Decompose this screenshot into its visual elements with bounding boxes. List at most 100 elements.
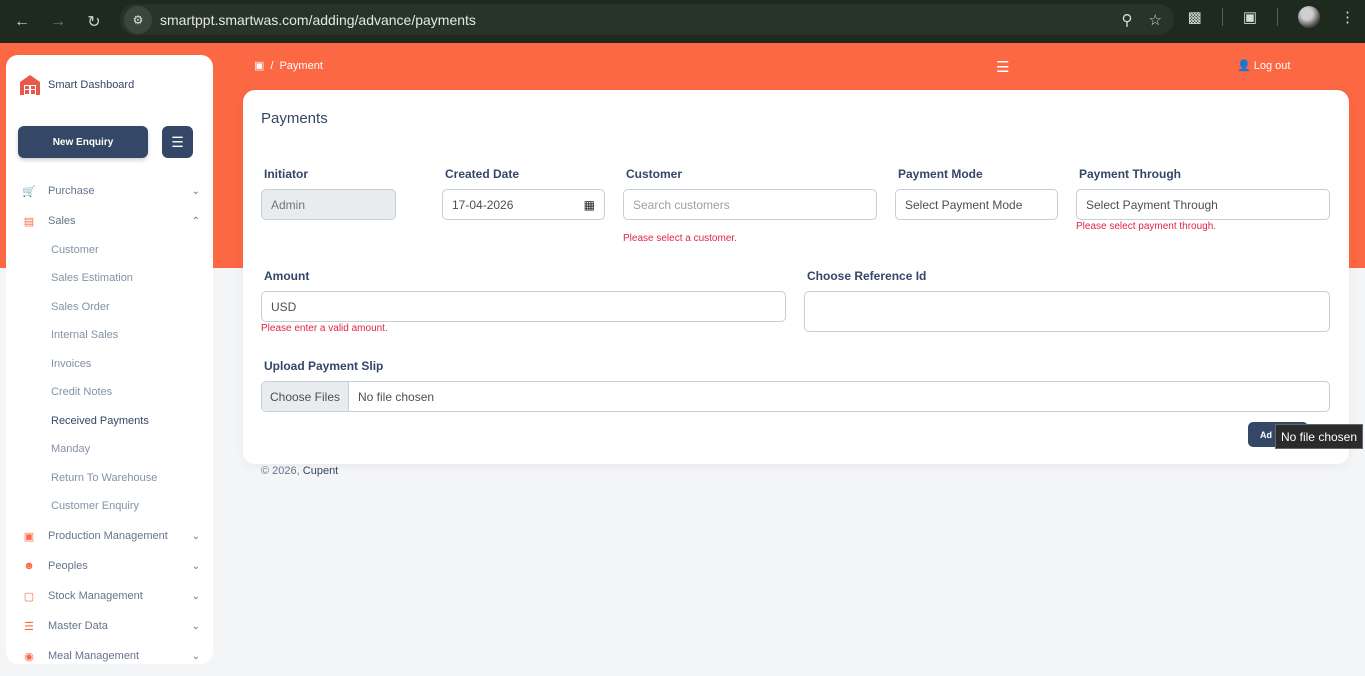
address-bar[interactable]: ⚙ smartppt.smartwas.com/adding/advance/p… [120,4,1174,35]
logout-link[interactable]: 👤 Log out [1237,59,1291,73]
receipt-icon: ▤ [23,215,35,228]
customer-search-input[interactable]: Search customers [623,189,877,220]
site-settings-icon[interactable]: ⚙ [124,5,152,34]
database-icon: ☰ [24,620,34,633]
logout-label: Log out [1253,59,1291,72]
box-icon: ▢ [23,590,35,603]
payment-mode-label: Payment Mode [898,167,983,181]
customer-placeholder: Search customers [633,197,730,212]
home-box-icon[interactable]: ▣ [254,59,264,72]
sidebar-subitem-return-to-warehouse[interactable]: Return To Warehouse [51,472,157,484]
meal-icon: ◉ [24,650,34,663]
hamburger-menu-icon[interactable]: ☰ [996,58,1009,76]
sidebar: Smart Dashboard New Enquiry ☰ 🛒 Purchase… [6,55,213,664]
user-icon: 👤 [1237,60,1251,72]
breadcrumb-current: Payment [279,59,323,72]
reference-id-input[interactable] [804,291,1330,332]
chevron-down-icon: ⌄ [191,560,200,572]
brand[interactable]: Smart Dashboard [18,73,134,97]
sidebar-subitem-invoices[interactable]: Invoices [51,358,91,370]
sidebar-item-label: Meal Management [48,650,140,662]
amount-currency: USD [271,299,297,314]
amount-label: Amount [264,269,310,283]
copyright-text: © 2026, [261,465,300,477]
upload-label: Upload Payment Slip [264,359,384,373]
sidebar-item-production-management[interactable]: ▣ Production Management ⌄ [22,525,200,547]
sidebar-item-sales[interactable]: ▤ Sales ⌃ [22,210,200,232]
payments-card: Payments Initiator Admin Created Date 17… [243,90,1349,464]
file-tooltip: No file chosen [1275,424,1363,449]
cart-icon: 🛒 [22,185,36,198]
search-tab-icon[interactable]: ▣ [1243,8,1257,26]
amount-error: Please enter a valid amount. [261,323,388,334]
toolbar-divider [1277,8,1278,26]
choose-files-button[interactable]: Choose Files [262,382,349,411]
chevron-down-icon: ⌄ [191,650,200,662]
menu-toggle-button[interactable]: ☰ [162,126,193,158]
sidebar-item-label: Purchase [48,185,95,197]
sidebar-item-purchase[interactable]: 🛒 Purchase ⌄ [22,180,200,202]
initiator-field: Admin [261,189,396,220]
page-title: Payments [261,110,328,127]
breadcrumb-separator: / [270,59,274,72]
chevron-down-icon: ⌄ [191,620,200,632]
sidebar-item-stock-management[interactable]: ▢ Stock Management ⌄ [22,585,200,607]
breadcrumb: ▣ / Payment [254,59,323,73]
sidebar-subitem-internal-sales[interactable]: Internal Sales [51,329,118,341]
sidebar-item-master-data[interactable]: ☰ Master Data ⌄ [22,615,200,637]
customer-label: Customer [626,167,683,181]
factory-icon: ▣ [23,530,35,543]
amount-input[interactable]: USD [261,291,786,322]
calendar-icon[interactable]: ▦ [584,198,595,212]
new-enquiry-button[interactable]: New Enquiry [18,126,148,158]
initiator-value: Admin [271,197,306,212]
payment-slip-file-input[interactable]: Choose Files No file chosen [261,381,1330,412]
sidebar-subitem-manday[interactable]: Manday [51,443,90,455]
reference-label: Choose Reference Id [807,269,927,283]
created-date-input[interactable]: 17-04-2026 ▦ [442,189,605,220]
sidebar-item-peoples[interactable]: ☻ Peoples ⌄ [22,555,200,577]
chevron-up-icon: ⌃ [191,215,200,227]
browser-toolbar: ← → ↻ ⚙ smartppt.smartwas.com/adding/adv… [0,0,1365,43]
profile-avatar[interactable] [1298,6,1320,28]
created-date-label: Created Date [445,167,520,181]
no-file-text: No file chosen [358,389,435,404]
sidebar-item-meal-management[interactable]: ◉ Meal Management ⌄ [22,645,200,664]
initiator-label: Initiator [264,167,308,181]
forward-icon[interactable]: → [40,4,76,40]
sidebar-item-label: Master Data [48,620,108,632]
zoom-icon[interactable]: ⚲ [1122,11,1133,29]
sidebar-subitem-customer[interactable]: Customer [51,244,99,256]
payment-through-label: Payment Through [1079,167,1182,181]
chevron-down-icon: ⌄ [191,185,200,197]
sidebar-subitem-sales-order[interactable]: Sales Order [51,301,110,313]
kebab-menu-icon[interactable]: ⋮ [1340,8,1355,26]
sidebar-subitem-customer-enquiry[interactable]: Customer Enquiry [51,500,139,512]
warehouse-logo-icon [20,75,40,95]
brand-name: Smart Dashboard [48,79,135,91]
extensions-icon[interactable]: ▩ [1188,8,1202,26]
sidebar-subitem-received-payments[interactable]: Received Payments [51,415,149,427]
url-text[interactable]: smartppt.smartwas.com/adding/advance/pay… [160,12,476,28]
payment-mode-value: Select Payment Mode [905,197,1023,212]
payment-through-value: Select Payment Through [1086,197,1218,212]
back-icon[interactable]: ← [4,4,40,40]
toolbar-divider [1221,8,1223,26]
people-icon: ☻ [23,560,35,572]
sidebar-subitem-sales-estimation[interactable]: Sales Estimation [51,272,133,284]
created-date-value: 17-04-2026 [452,197,514,212]
sidebar-item-label: Sales [48,215,76,227]
sidebar-item-label: Production Management [48,530,168,542]
company-link[interactable]: Cupent [303,465,338,477]
customer-error: Please select a customer. [623,233,737,244]
footer: © 2026, Cupent [261,465,338,477]
sidebar-item-label: Stock Management [48,590,143,602]
reload-icon[interactable]: ↻ [76,4,112,40]
sidebar-subitem-credit-notes[interactable]: Credit Notes [51,386,112,398]
bookmark-star-icon[interactable]: ☆ [1149,11,1162,29]
payment-mode-select[interactable]: Select Payment Mode [895,189,1058,220]
payment-through-select[interactable]: Select Payment Through [1076,189,1330,220]
sidebar-item-label: Peoples [48,560,88,572]
payment-through-error: Please select payment through. [1076,221,1217,232]
chevron-down-icon: ⌄ [191,590,200,602]
